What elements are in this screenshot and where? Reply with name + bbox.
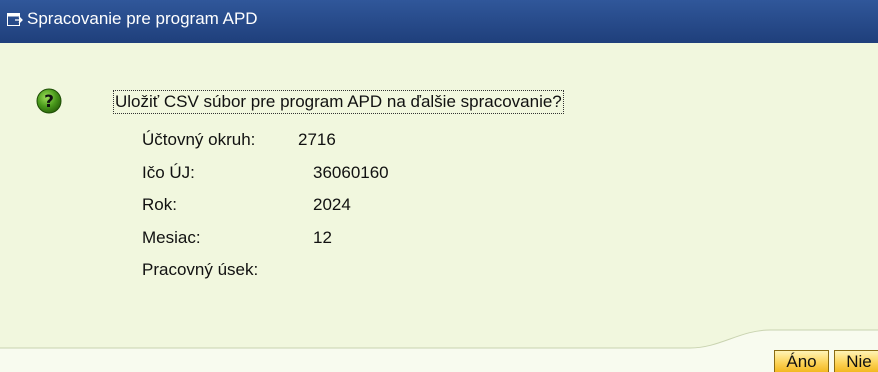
field-value: 2716 <box>298 130 336 149</box>
dialog-window: Spracovanie pre program APD ? Uložiť CSV… <box>0 0 878 372</box>
field-label: Mesiac: <box>142 227 201 247</box>
footer-divider <box>0 329 878 372</box>
dialog-window-icon <box>7 12 23 26</box>
field-value: 12 <box>313 227 332 247</box>
title-bar: Spracovanie pre program APD <box>0 0 878 43</box>
field-value: 2024 <box>313 195 351 214</box>
field-label: Pracovný úsek: <box>142 260 259 279</box>
question-mark-icon: ? <box>36 88 62 114</box>
field-label: Rok: <box>142 195 177 214</box>
field-label: Účtovný okruh: <box>142 130 256 149</box>
field-label: Ičo ÚJ: <box>142 162 195 182</box>
field-value: 36060160 <box>313 162 389 182</box>
yes-button[interactable]: Áno <box>774 350 829 372</box>
question-text: Uložiť CSV súbor pre program APD na ďalš… <box>113 90 564 114</box>
window-title: Spracovanie pre program APD <box>27 9 258 28</box>
no-button[interactable]: Nie <box>834 350 878 372</box>
svg-text:?: ? <box>44 92 54 112</box>
